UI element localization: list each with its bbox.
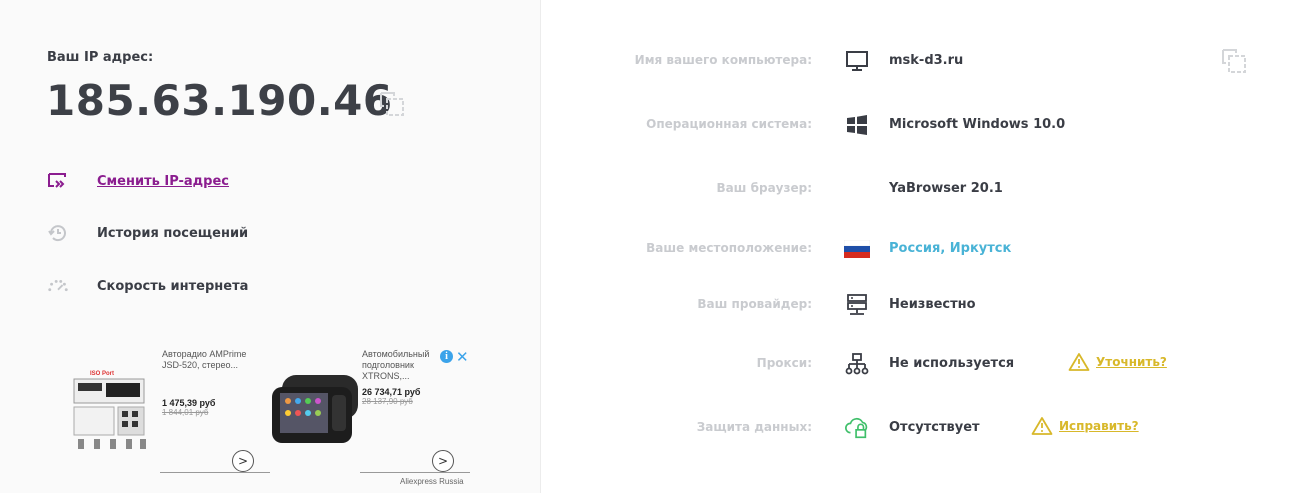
ip-address: 185.63.190.46 xyxy=(46,76,393,125)
warning-icon xyxy=(1068,353,1090,371)
location-row: Ваше местоположение: Россия, Иркутск xyxy=(542,234,1306,264)
info-panel: Имя вашего компьютера: msk-d3.ru Операци… xyxy=(542,0,1306,493)
proxy-clarify-link[interactable]: Уточнить? xyxy=(1068,352,1167,372)
ad-source: Aliexpress Russia xyxy=(400,477,464,486)
provider-label: Ваш провайдер: xyxy=(697,297,812,311)
copy-hostname-icon[interactable] xyxy=(1220,47,1248,75)
change-ip-link[interactable]: Сменить IP-адрес xyxy=(47,168,229,194)
browser-row: Ваш браузер: YaBrowser 20.1 xyxy=(542,174,1306,204)
computer-label: Имя вашего компьютера: xyxy=(634,53,812,67)
protection-label: Защита данных: xyxy=(696,420,812,434)
ad-price: 1 475,39 руб xyxy=(162,398,216,408)
history-link[interactable]: История посещений xyxy=(47,220,248,246)
proxy-clarify-label: Уточнить? xyxy=(1096,355,1167,369)
network-icon xyxy=(844,352,870,376)
ad-old-price: 28 137,90 руб xyxy=(362,397,413,406)
ip-panel: Ваш IP адрес: 185.63.190.46 Сменить IP-а… xyxy=(0,0,541,493)
os-value: Microsoft Windows 10.0 xyxy=(889,117,1066,132)
protection-fix-link[interactable]: Исправить? xyxy=(1031,416,1139,436)
ad-card[interactable]: ISO Port Авторадио AMPrime JSD-520, стер… xyxy=(70,345,270,473)
ad-divider xyxy=(160,472,270,473)
russia-flag-icon xyxy=(844,237,870,261)
windows-icon xyxy=(844,113,870,137)
provider-row: Ваш провайдер: Неизвестно xyxy=(542,290,1306,320)
ad-title[interactable]: Авторадио AMPrime JSD-520, стерео... xyxy=(162,349,250,371)
protection-row: Защита данных: Отсутствует Исправить? xyxy=(542,413,1306,443)
ad-old-price: 1 844,01 руб xyxy=(162,408,209,417)
ad-card[interactable]: Автомобильный подголовник XTRONS,... 26 … xyxy=(270,345,470,473)
history-label: История посещений xyxy=(97,225,249,241)
cloud-lock-icon xyxy=(844,416,870,440)
browser-value: YaBrowser 20.1 xyxy=(889,181,1003,196)
computer-value: msk-d3.ru xyxy=(889,53,964,68)
ad-image-text: ISO Port xyxy=(90,371,114,377)
os-row: Операционная система: Microsoft Windows … xyxy=(542,110,1306,140)
warning-icon xyxy=(1031,417,1053,435)
provider-value: Неизвестно xyxy=(889,297,976,312)
ip-label: Ваш IP адрес: xyxy=(47,50,154,65)
ad-image-radio: ISO Port xyxy=(70,363,158,453)
ad-next-arrow-icon[interactable]: > xyxy=(232,450,254,472)
ad-title[interactable]: Автомобильный подголовник XTRONS,... xyxy=(362,349,450,382)
ad-image-headrest xyxy=(270,363,358,453)
server-icon xyxy=(844,293,870,317)
computer-row: Имя вашего компьютера: msk-d3.ru xyxy=(542,46,1306,76)
os-label: Операционная система: xyxy=(646,117,812,131)
monitor-icon xyxy=(844,49,870,73)
proxy-value: Не используется xyxy=(889,356,1015,371)
ad-price: 26 734,71 руб xyxy=(362,387,421,397)
location-value[interactable]: Россия, Иркутск xyxy=(889,241,1011,256)
change-ip-label: Сменить IP-адрес xyxy=(97,173,229,189)
history-icon xyxy=(47,222,69,244)
speedometer-icon xyxy=(47,275,69,297)
copy-ip-icon[interactable] xyxy=(378,90,406,118)
location-label: Ваше местоположение: xyxy=(646,241,812,255)
browser-label: Ваш браузер: xyxy=(716,181,812,195)
change-ip-icon xyxy=(47,170,69,192)
speed-label: Скорость интернета xyxy=(97,278,249,294)
ad-divider xyxy=(360,472,470,473)
protection-fix-label: Исправить? xyxy=(1059,419,1139,433)
ad-close-icon[interactable]: ✕ xyxy=(456,348,469,366)
speed-link[interactable]: Скорость интернета xyxy=(47,273,248,299)
ad-next-arrow-icon[interactable]: > xyxy=(432,450,454,472)
proxy-label: Прокси: xyxy=(756,356,812,370)
ad-info-icon[interactable]: i xyxy=(440,350,453,363)
protection-value: Отсутствует xyxy=(889,420,980,435)
proxy-row: Прокси: Не используется Уточнить? xyxy=(542,349,1306,379)
